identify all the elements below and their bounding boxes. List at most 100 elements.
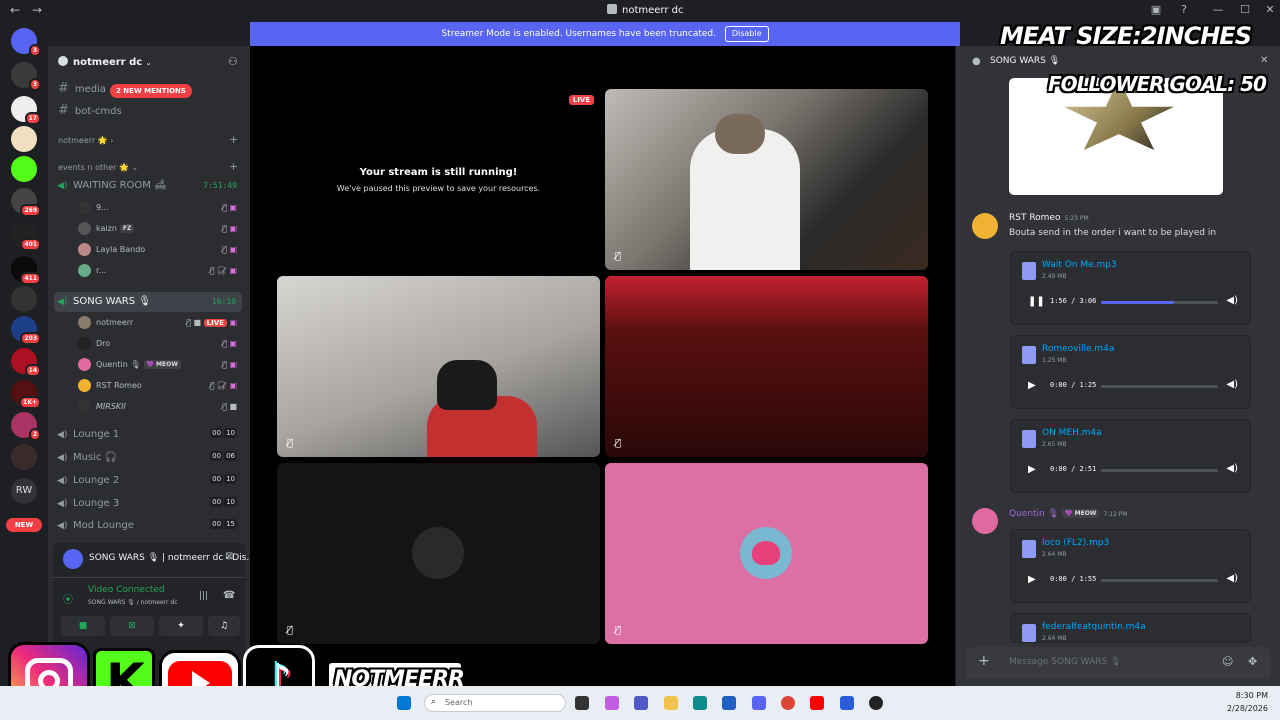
audio-progress-bar[interactable] (1101, 469, 1218, 472)
volume-icon[interactable]: ◀) (1226, 379, 1238, 390)
avatar[interactable] (972, 213, 998, 239)
voice-channel-song-wars[interactable]: ◀) SONG WARS 🎙 16:19 (54, 292, 242, 312)
close-button[interactable]: ✕ (1262, 3, 1278, 16)
video-tile-dro[interactable]: 🎙̸ (277, 276, 600, 457)
voice-channel-waiting-room[interactable]: ◀) WAITING ROOM 🛋 7:51:49 (57, 180, 243, 191)
server-icon[interactable]: 401 (11, 222, 41, 251)
server-icon[interactable]: 411 (11, 256, 41, 285)
audio-filename[interactable]: Romeoville.m4a (1042, 344, 1114, 354)
obs-icon[interactable] (869, 696, 883, 710)
voice-user[interactable]: Layla Bando 🎙̸ ▣ (78, 243, 241, 259)
voice-channel-lounge-1[interactable]: ◀) Lounge 1 00 10 (57, 428, 243, 440)
avatar[interactable] (972, 508, 998, 534)
audio-filename[interactable]: Wait On Me.mp3 (1042, 260, 1117, 270)
add-member-icon[interactable]: ⚇ (228, 55, 238, 68)
volume-icon[interactable]: ◀) (1226, 295, 1238, 306)
voice-user[interactable]: 9... 🎙̸ ▣ (78, 201, 241, 217)
youtube-taskbar-icon[interactable] (810, 696, 824, 710)
close-chat-icon[interactable]: ✕ (1260, 55, 1268, 66)
audio-attachment[interactable]: federalfeatquintin.m4a 2.64 MB (1010, 613, 1251, 643)
channel-bot-cmds[interactable]: # bot-cmds (58, 103, 122, 118)
disconnect-icon[interactable]: ☎ (223, 590, 235, 601)
audio-progress-bar[interactable] (1101, 301, 1218, 304)
start-icon[interactable] (397, 696, 411, 710)
video-tile-mirskii[interactable]: 🎙̸ (605, 463, 928, 644)
inbox-icon[interactable]: ▣ (1148, 3, 1164, 16)
clock-time[interactable]: 8:30 PM (1218, 691, 1268, 700)
task-view-icon[interactable] (575, 696, 589, 710)
screen-share-icon[interactable]: ⊠ (225, 551, 233, 562)
new-mentions-badge[interactable]: 2 NEW MENTIONS (110, 84, 192, 98)
audio-attachment[interactable]: ON MEH.m4a 2.65 MB ▶ 0:00 / 2:51 ◀) (1010, 419, 1251, 493)
apps-icon[interactable]: ✥ (1248, 655, 1257, 668)
server-icon[interactable]: 3 (11, 28, 41, 57)
server-icon[interactable] (11, 156, 37, 182)
play-icon[interactable]: ▶ (1028, 464, 1036, 475)
audio-attachment[interactable]: loco (FL2).mp3 2.64 MB ▶ 0:00 / 1:55 ◀) (1010, 529, 1251, 603)
disable-button[interactable]: Disable (724, 26, 769, 42)
discord-taskbar-icon[interactable] (752, 696, 766, 710)
server-icon[interactable]: 2 (11, 412, 41, 441)
server-icon[interactable]: 1K+ (11, 380, 41, 409)
audio-progress-bar[interactable] (1101, 385, 1218, 388)
add-channel-icon[interactable]: + (229, 160, 238, 173)
video-tile-notmeerr[interactable]: 🎙̸ (605, 89, 928, 270)
voice-user[interactable]: r... 🎙̸ 🎧̸ ▣ (78, 264, 241, 280)
server-icon[interactable] (11, 286, 37, 312)
server-icon[interactable]: 203 (11, 316, 41, 345)
category-notmeerr[interactable]: notmeerr 🌟 › (58, 136, 113, 145)
channel-media[interactable]: # media (58, 81, 106, 96)
stream-preview-tile[interactable]: LIVE Your stream is still running! We've… (277, 89, 600, 270)
chrome-icon[interactable] (781, 696, 795, 710)
server-icon[interactable]: 17 (11, 96, 41, 125)
message-author[interactable]: Quentin 🎙 💜 MEOW 7:12 PM (1009, 509, 1128, 519)
forward-arrow-icon[interactable]: → (32, 3, 42, 17)
minimize-button[interactable]: — (1210, 3, 1226, 16)
camera-button[interactable]: ■ (61, 616, 105, 636)
voice-channel-lounge-2[interactable]: ◀) Lounge 2 00 10 (57, 474, 243, 486)
message-input[interactable]: Message SONG WARS 🎙 (1009, 657, 1122, 667)
voice-channel-lounge-3[interactable]: ◀) Lounge 3 00 10 (57, 497, 243, 509)
pause-icon[interactable]: ❚❚ (1028, 296, 1045, 307)
taskbar-search[interactable]: ⌕ Search (424, 694, 566, 712)
voice-user[interactable]: kaizn FZ 🎙̸ ▣ (78, 222, 241, 238)
audio-filename[interactable]: federalfeatquintin.m4a (1042, 622, 1146, 632)
audio-attachment[interactable]: Wait On Me.mp3 2.49 MB ❚❚ 1:56 / 3:06 ◀) (1010, 251, 1251, 325)
share-screen-button[interactable]: ⊠ (110, 616, 154, 636)
add-attachment-icon[interactable]: + (978, 653, 990, 669)
voice-user[interactable]: MIRSKII 🎙̸ ■ (78, 400, 241, 416)
emoji-icon[interactable]: ☺ (1222, 655, 1233, 668)
voice-user[interactable]: notmeerr 🎙̸ ■ LIVE ▣ (78, 316, 241, 332)
activities-button[interactable]: ✦ (159, 616, 203, 636)
back-arrow-icon[interactable]: ← (10, 3, 20, 17)
voice-user[interactable]: RST Romeo 🎙̸ 🎧̸ ▣ (78, 379, 241, 395)
volume-icon[interactable]: ◀) (1226, 463, 1238, 474)
voice-user[interactable]: Dro 🎙̸ ▣ (78, 337, 241, 353)
audio-filename[interactable]: loco (FL2).mp3 (1042, 538, 1109, 548)
server-icon[interactable]: 3 (11, 62, 41, 91)
roblox-icon[interactable] (840, 696, 854, 710)
clock-date[interactable]: 2/28/2026 (1218, 704, 1268, 713)
new-unreads-pill[interactable]: NEW (6, 518, 42, 532)
play-icon[interactable]: ▶ (1028, 380, 1036, 391)
video-tile-quentin[interactable]: 🎙̸ (605, 276, 928, 457)
server-icon[interactable]: 14 (11, 348, 41, 377)
message-composer[interactable]: + Message SONG WARS 🎙 ☺ ✥ (966, 647, 1271, 679)
add-channel-icon[interactable]: + (229, 133, 238, 146)
connection-status[interactable]: Video Connected (88, 585, 165, 595)
maximize-button[interactable]: ☐ (1237, 3, 1253, 16)
volume-icon[interactable]: ◀) (1226, 573, 1238, 584)
server-icon[interactable]: 269 (11, 188, 41, 217)
audio-filename[interactable]: ON MEH.m4a (1042, 428, 1102, 438)
message-author[interactable]: RST Romeo 5:23 PM (1009, 213, 1089, 223)
voice-channel-mod-lounge[interactable]: ◀) Mod Lounge 00 15 (57, 519, 243, 531)
category-events[interactable]: events n other 🌟 ⌄ (58, 163, 138, 172)
server-icon[interactable] (11, 126, 37, 152)
file-explorer-icon[interactable] (664, 696, 678, 710)
voice-channel-music[interactable]: ◀) Music 🎧 00 06 (57, 451, 243, 463)
server-icon-rw[interactable]: RW (11, 478, 37, 504)
soundboard-button[interactable]: ♫ (208, 616, 240, 636)
voice-user[interactable]: Quentin 🎙 💜 MEOW 🎙̸ ▣ (78, 358, 241, 374)
teams-icon[interactable] (634, 696, 648, 710)
play-icon[interactable]: ▶ (1028, 574, 1036, 585)
